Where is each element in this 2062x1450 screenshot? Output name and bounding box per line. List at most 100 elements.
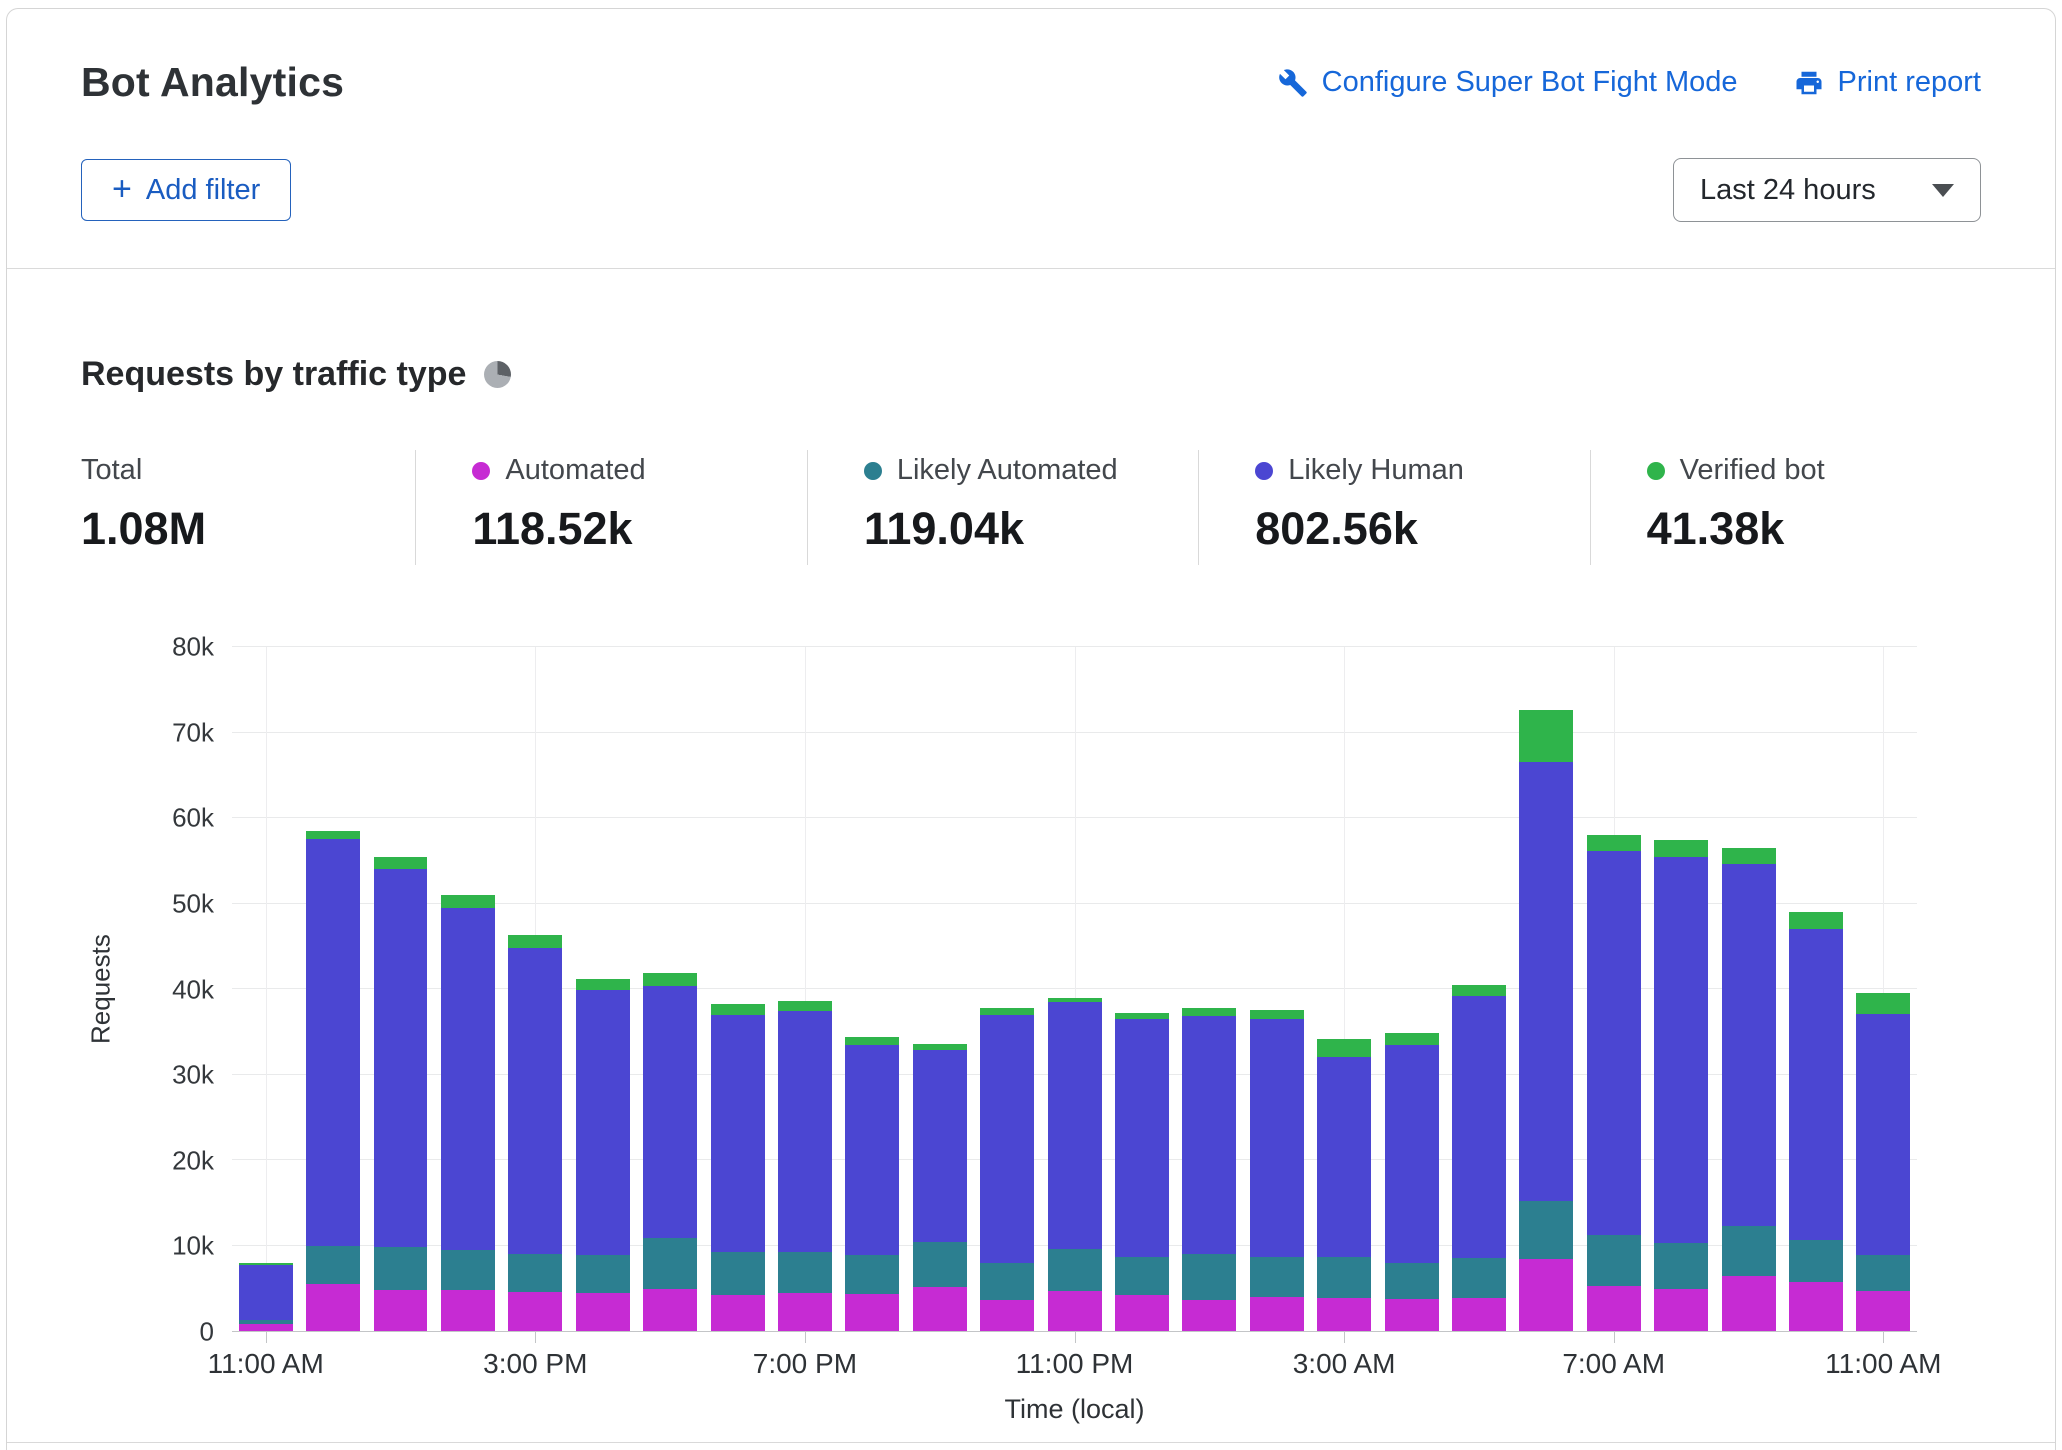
bar-segment-likely-automated[interactable]: [374, 1247, 428, 1290]
bar-segment-automated[interactable]: [1385, 1299, 1439, 1331]
bar-segment-likely-human[interactable]: [1452, 996, 1506, 1258]
bar-segment-likely-automated[interactable]: [576, 1255, 630, 1293]
bar-segment-automated[interactable]: [913, 1287, 967, 1331]
stacked-bar[interactable]: [1317, 647, 1371, 1331]
stacked-bar[interactable]: [913, 647, 967, 1331]
bar-segment-likely-human[interactable]: [1789, 929, 1843, 1240]
bar-segment-automated[interactable]: [306, 1284, 360, 1331]
bar-segment-automated[interactable]: [1048, 1291, 1102, 1331]
bar-segment-likely-human[interactable]: [1048, 1002, 1102, 1249]
bar-segment-automated[interactable]: [1789, 1282, 1843, 1331]
bar-segment-verified-bot[interactable]: [980, 1008, 1034, 1015]
bar-segment-likely-human[interactable]: [1519, 762, 1573, 1201]
stacked-bar[interactable]: [1048, 647, 1102, 1331]
bar-segment-likely-human[interactable]: [441, 908, 495, 1250]
bar-segment-likely-automated[interactable]: [711, 1252, 765, 1295]
stacked-bar[interactable]: [441, 647, 495, 1331]
bar-segment-verified-bot[interactable]: [778, 1001, 832, 1011]
bar-segment-likely-human[interactable]: [306, 839, 360, 1245]
bar-segment-likely-automated[interactable]: [1587, 1235, 1641, 1285]
bar-segment-verified-bot[interactable]: [576, 979, 630, 990]
stacked-bar[interactable]: [1856, 647, 1910, 1331]
bar-segment-automated[interactable]: [1519, 1259, 1573, 1331]
bar-segment-likely-human[interactable]: [845, 1045, 899, 1254]
bar-segment-verified-bot[interactable]: [711, 1004, 765, 1015]
bar-segment-automated[interactable]: [576, 1293, 630, 1331]
bar-segment-likely-human[interactable]: [643, 986, 697, 1238]
stacked-bar[interactable]: [306, 647, 360, 1331]
bar-segment-likely-human[interactable]: [913, 1050, 967, 1242]
bar-segment-verified-bot[interactable]: [306, 831, 360, 840]
print-report-link[interactable]: Print report: [1794, 66, 1981, 99]
bar-segment-likely-automated[interactable]: [1856, 1255, 1910, 1291]
bar-segment-likely-automated[interactable]: [643, 1238, 697, 1289]
bar-segment-likely-human[interactable]: [711, 1015, 765, 1253]
bar-segment-likely-human[interactable]: [239, 1265, 293, 1320]
bar-segment-likely-human[interactable]: [374, 869, 428, 1247]
bar-segment-likely-automated[interactable]: [1182, 1254, 1236, 1300]
stacked-bar[interactable]: [778, 647, 832, 1331]
bar-segment-likely-human[interactable]: [1385, 1045, 1439, 1263]
bar-segment-likely-automated[interactable]: [1452, 1258, 1506, 1297]
bar-segment-likely-automated[interactable]: [306, 1246, 360, 1284]
bar-segment-verified-bot[interactable]: [643, 973, 697, 986]
bar-segment-automated[interactable]: [1182, 1300, 1236, 1331]
bar-segment-automated[interactable]: [643, 1289, 697, 1331]
bar-segment-automated[interactable]: [508, 1292, 562, 1331]
bar-segment-verified-bot[interactable]: [1317, 1039, 1371, 1056]
bar-segment-verified-bot[interactable]: [1182, 1008, 1236, 1016]
bar-segment-verified-bot[interactable]: [1385, 1033, 1439, 1045]
bar-segment-likely-automated[interactable]: [980, 1263, 1034, 1301]
stacked-bar[interactable]: [1182, 647, 1236, 1331]
bar-segment-verified-bot[interactable]: [508, 935, 562, 948]
bar-segment-automated[interactable]: [239, 1324, 293, 1331]
bar-segment-likely-automated[interactable]: [1115, 1257, 1169, 1295]
stacked-bar[interactable]: [1587, 647, 1641, 1331]
bar-segment-likely-automated[interactable]: [1789, 1240, 1843, 1282]
bar-segment-likely-human[interactable]: [1722, 864, 1776, 1226]
bar-segment-verified-bot[interactable]: [1722, 848, 1776, 864]
bar-segment-verified-bot[interactable]: [1789, 912, 1843, 929]
bar-segment-likely-human[interactable]: [1317, 1057, 1371, 1258]
stacked-bar[interactable]: [576, 647, 630, 1331]
bar-segment-automated[interactable]: [1452, 1298, 1506, 1331]
configure-super-bot-fight-mode-link[interactable]: Configure Super Bot Fight Mode: [1278, 66, 1738, 99]
bar-segment-automated[interactable]: [778, 1293, 832, 1331]
bar-segment-automated[interactable]: [374, 1290, 428, 1331]
bar-segment-likely-automated[interactable]: [508, 1254, 562, 1292]
bar-segment-automated[interactable]: [1722, 1276, 1776, 1331]
add-filter-button[interactable]: + Add filter: [81, 159, 291, 221]
stacked-bar[interactable]: [1250, 647, 1304, 1331]
bar-segment-likely-human[interactable]: [980, 1015, 1034, 1263]
bar-segment-verified-bot[interactable]: [1250, 1010, 1304, 1019]
stacked-bar[interactable]: [643, 647, 697, 1331]
bar-segment-verified-bot[interactable]: [1452, 985, 1506, 996]
bar-segment-likely-automated[interactable]: [1385, 1263, 1439, 1299]
stacked-bar[interactable]: [1115, 647, 1169, 1331]
bar-segment-likely-human[interactable]: [1182, 1016, 1236, 1255]
bar-segment-likely-automated[interactable]: [845, 1255, 899, 1294]
bar-segment-likely-automated[interactable]: [1048, 1249, 1102, 1291]
bar-segment-automated[interactable]: [1587, 1286, 1641, 1331]
bar-segment-verified-bot[interactable]: [1654, 840, 1708, 857]
bar-segment-likely-automated[interactable]: [913, 1242, 967, 1286]
bar-segment-automated[interactable]: [441, 1290, 495, 1331]
bar-segment-automated[interactable]: [1317, 1298, 1371, 1331]
bar-segment-automated[interactable]: [1115, 1295, 1169, 1331]
bar-segment-likely-human[interactable]: [1115, 1019, 1169, 1258]
bar-segment-automated[interactable]: [980, 1300, 1034, 1331]
bar-segment-likely-human[interactable]: [778, 1011, 832, 1252]
bar-segment-likely-human[interactable]: [1654, 857, 1708, 1243]
bar-segment-automated[interactable]: [1250, 1297, 1304, 1331]
bar-segment-verified-bot[interactable]: [1519, 710, 1573, 761]
stacked-bar[interactable]: [980, 647, 1034, 1331]
bar-segment-verified-bot[interactable]: [845, 1037, 899, 1046]
bar-segment-likely-automated[interactable]: [1317, 1257, 1371, 1297]
bar-segment-likely-human[interactable]: [1250, 1019, 1304, 1258]
bar-segment-automated[interactable]: [711, 1295, 765, 1331]
time-range-select[interactable]: Last 24 hours: [1673, 158, 1981, 222]
stacked-bar[interactable]: [1385, 647, 1439, 1331]
stacked-bar[interactable]: [1452, 647, 1506, 1331]
bar-segment-likely-human[interactable]: [576, 990, 630, 1255]
stacked-bar[interactable]: [845, 647, 899, 1331]
